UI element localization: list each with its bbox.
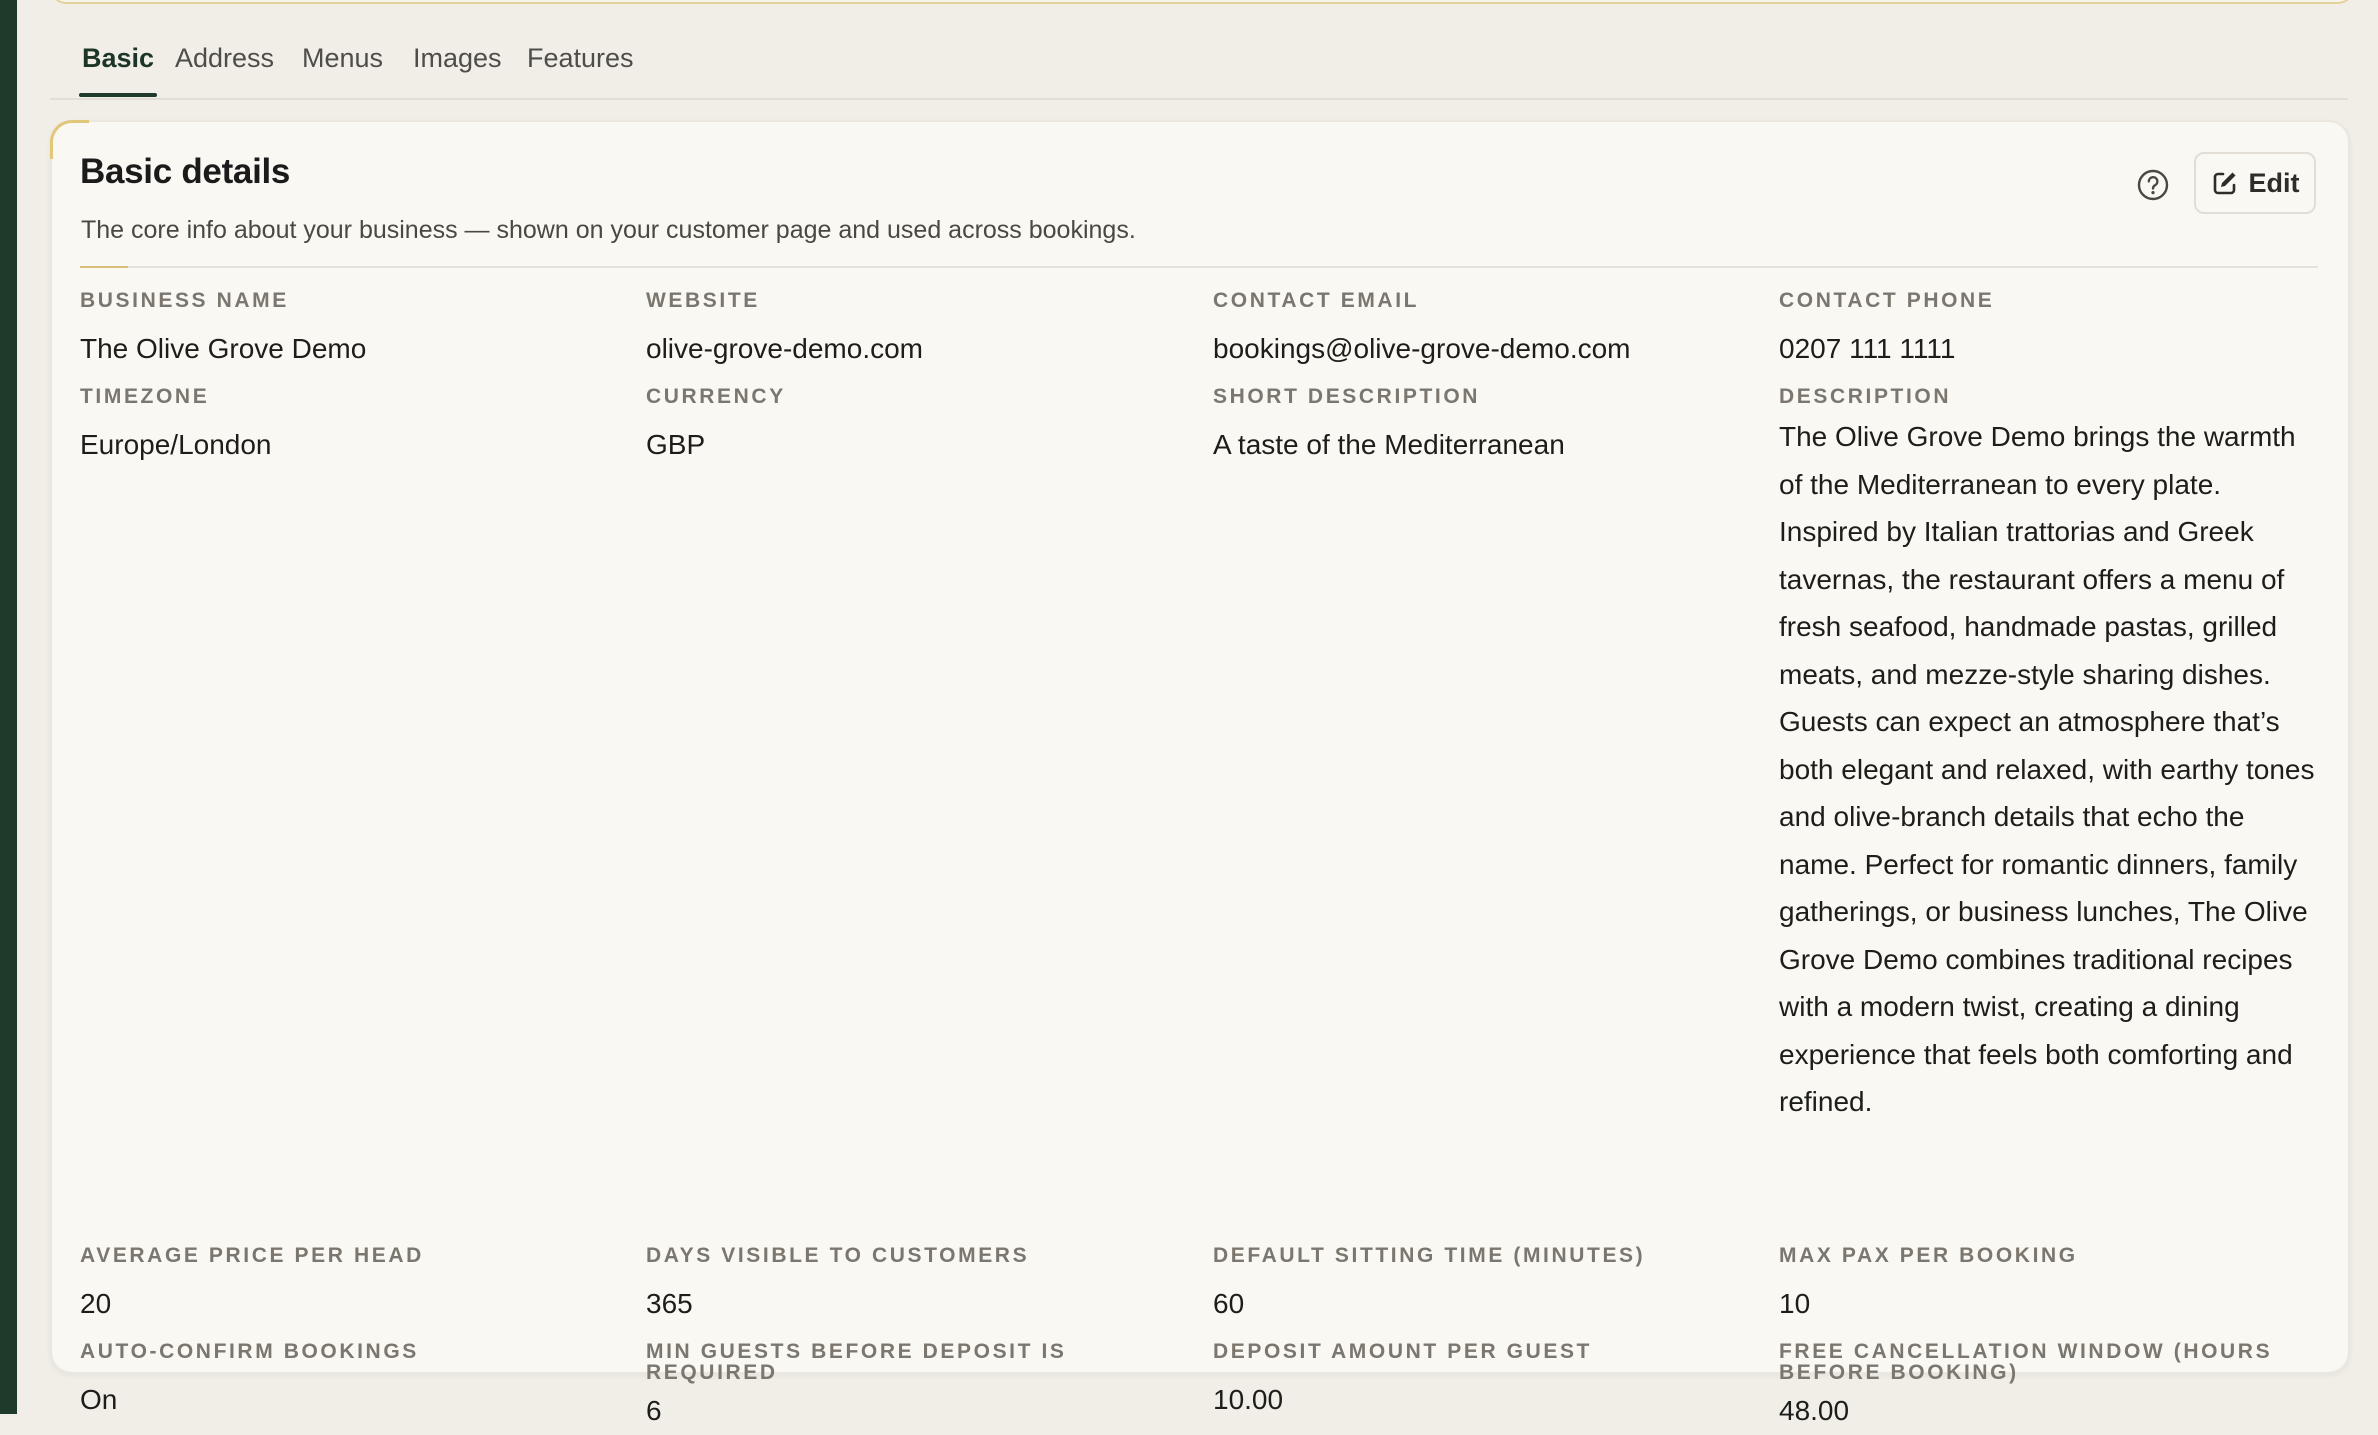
field-value: GBP: [646, 429, 706, 460]
field-website: Website olive-grove-demo.com: [646, 290, 1186, 373]
field-timezone: Timezone Europe/London: [80, 386, 620, 469]
field-value: A taste of the Mediterranean: [1213, 429, 1565, 460]
field-value: olive-grove-demo.com: [646, 333, 923, 364]
field-label: Description: [1779, 385, 1952, 408]
field-free-cancellation: Free cancellation window (hours before b…: [1779, 1341, 2299, 1435]
field-label: Deposit amount per guest: [1213, 1340, 1592, 1363]
field-currency: Currency GBP: [646, 386, 1186, 469]
field-days-visible: Days visible to customers 365: [646, 1245, 1186, 1328]
field-label: Business name: [80, 289, 289, 312]
field-business-name: Business name The Olive Grove Demo: [80, 290, 620, 373]
field-value: The Olive Grove Demo brings the warmth o…: [1779, 421, 2315, 1117]
field-label: Short description: [1213, 385, 1481, 408]
divider-accent: [80, 266, 128, 268]
field-value: bookings@olive-grove-demo.com: [1213, 333, 1631, 364]
tab-images-label: Images: [413, 43, 502, 73]
field-value: On: [80, 1384, 118, 1415]
field-label: Max pax per booking: [1779, 1244, 2078, 1267]
edit-button-label: Edit: [2248, 167, 2300, 198]
field-label: Default sitting time (minutes): [1213, 1244, 1646, 1267]
basic-details-card: Basic details The core info about your b…: [50, 120, 2350, 1426]
card-subtitle: The core info about your business — show…: [81, 216, 1136, 244]
field-label: Min guests before deposit is required: [646, 1340, 1067, 1384]
field-auto-confirm: Auto-confirm bookings On: [80, 1341, 620, 1424]
tab-images[interactable]: Images: [413, 36, 502, 96]
field-label: Website: [646, 289, 760, 312]
edit-square-icon: [2213, 172, 2235, 195]
tab-address-label: Address: [175, 43, 275, 73]
tab-features-label: Features: [527, 43, 634, 73]
field-value: Europe/London: [80, 429, 272, 460]
field-label: Auto-confirm bookings: [80, 1340, 419, 1363]
tab-bar: Basic Address Menus Images Features: [50, 36, 2348, 100]
field-sitting-time: Default sitting time (minutes) 60: [1213, 1245, 1753, 1328]
field-average-price: Average price per head 20: [80, 1245, 620, 1328]
tab-menus[interactable]: Menus: [302, 36, 383, 96]
active-tab-indicator: [79, 93, 158, 97]
field-value: 48.00: [1779, 1395, 1850, 1426]
field-label: Timezone: [80, 385, 210, 408]
field-label: Free cancellation window (hours before b…: [1779, 1340, 2273, 1384]
field-label: Contact phone: [1779, 289, 1995, 312]
field-value: 0207 111 1111: [1779, 333, 1956, 364]
field-value: 20: [80, 1288, 112, 1319]
field-value: 10: [1779, 1288, 1811, 1319]
left-rail: [0, 0, 17, 1414]
field-label: Contact email: [1213, 289, 1420, 312]
tab-address[interactable]: Address: [175, 36, 274, 96]
field-contact-email: Contact email bookings@olive-grove-demo.…: [1213, 290, 1753, 373]
field-label: Currency: [646, 385, 786, 408]
field-label: Days visible to customers: [646, 1244, 1030, 1267]
field-value: 365: [646, 1288, 693, 1319]
tab-basic[interactable]: Basic: [79, 36, 158, 97]
field-value: 60: [1213, 1288, 1245, 1319]
tab-menus-label: Menus: [302, 43, 384, 73]
field-min-guests-deposit: Min guests before deposit is required 6: [646, 1341, 1116, 1435]
field-contact-phone: Contact phone 0207 111 1111: [1779, 290, 2319, 373]
field-description: Description The Olive Grove Demo brings …: [1779, 386, 2339, 1126]
edit-button[interactable]: Edit: [2194, 152, 2316, 214]
top-panel-edge: [50, 0, 2354, 4]
field-label: Average price per head: [80, 1244, 424, 1267]
field-max-pax: Max pax per booking 10: [1779, 1245, 2319, 1328]
field-deposit-amount: Deposit amount per guest 10.00: [1213, 1341, 1753, 1424]
question-circle-icon[interactable]: [2136, 168, 2170, 202]
field-short-description: Short description A taste of the Mediter…: [1213, 386, 1753, 469]
card-title: Basic details: [80, 152, 291, 191]
field-value: 6: [646, 1395, 662, 1426]
field-value: 10.00: [1213, 1384, 1284, 1415]
field-value: The Olive Grove Demo: [80, 333, 367, 364]
tab-features[interactable]: Features: [527, 36, 634, 96]
tab-basic-label: Basic: [82, 43, 155, 73]
card-divider: [80, 266, 2318, 268]
